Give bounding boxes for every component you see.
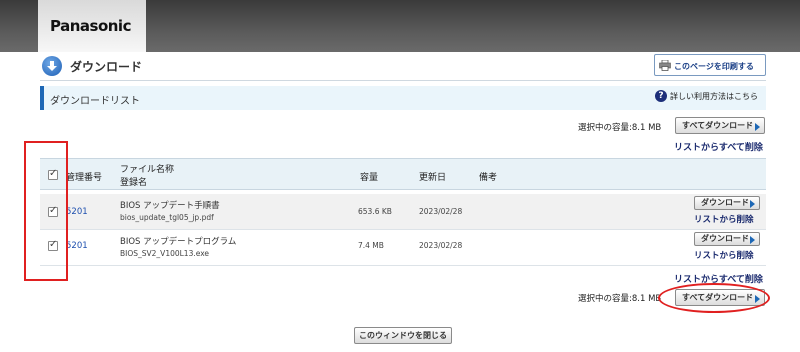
column-size: 容量 bbox=[360, 173, 379, 183]
row-registered-name: bios_update_tgl05_jp.pdf bbox=[120, 213, 214, 222]
row-remove-link[interactable]: リストから削除 bbox=[694, 249, 754, 261]
row-file-name: BIOS アップデート手順書 bbox=[120, 201, 220, 211]
selected-capacity-top: 選択中の容量:8.1 MB bbox=[578, 123, 662, 133]
row-id: 5201 bbox=[66, 207, 88, 217]
top-header-bar: Panasonic bbox=[0, 0, 800, 52]
row-file-name: BIOS アップデートプログラム bbox=[120, 237, 237, 247]
download-list-section-header: ダウンロードリスト ? 詳しい利用方法はこちら bbox=[40, 86, 766, 110]
help-link[interactable]: ? 詳しい利用方法はこちら bbox=[655, 90, 758, 102]
selected-capacity-bottom: 選択中の容量:8.1 MB bbox=[578, 294, 662, 304]
row-size: 653.6 KB bbox=[358, 207, 392, 216]
column-id: 管理番号 bbox=[66, 173, 103, 183]
print-page-button[interactable]: このページを印刷する bbox=[654, 54, 766, 76]
column-date: 更新日 bbox=[419, 173, 447, 183]
print-button-label: このページを印刷する bbox=[674, 62, 754, 71]
table-header: 管理番号 ファイル名称 登録名 容量 更新日 備考 bbox=[40, 158, 766, 190]
logo-box: Panasonic bbox=[38, 0, 146, 52]
table-row: 5201 BIOS アップデート手順書 bios_update_tgl05_jp… bbox=[40, 194, 766, 230]
help-icon: ? bbox=[655, 90, 667, 102]
row-download-label: ダウンロード bbox=[701, 234, 749, 243]
divider bbox=[40, 80, 766, 81]
page-title-row: ダウンロード このページを印刷する bbox=[40, 54, 766, 78]
download-all-label: すべてダウンロード bbox=[682, 121, 754, 130]
section-title: ダウンロードリスト bbox=[50, 96, 140, 107]
row-date: 2023/02/28 bbox=[419, 207, 463, 216]
download-all-button-top[interactable]: すべてダウンロード bbox=[675, 117, 765, 134]
column-note: 備考 bbox=[479, 173, 498, 183]
page-title: ダウンロード bbox=[70, 60, 143, 74]
remove-all-link-top[interactable]: リストからすべて削除 bbox=[674, 140, 763, 153]
table-row: 5201 BIOS アップデートプログラム BIOS_SV2_V100L13.e… bbox=[40, 230, 766, 266]
row-remove-link[interactable]: リストから削除 bbox=[694, 213, 754, 225]
row-download-button[interactable]: ダウンロード bbox=[694, 196, 760, 210]
row-registered-name: BIOS_SV2_V100L13.exe bbox=[120, 249, 210, 258]
arrow-right-icon bbox=[755, 123, 760, 131]
row-size: 7.4 MB bbox=[358, 241, 384, 250]
row-download-label: ダウンロード bbox=[701, 198, 749, 207]
row-download-button[interactable]: ダウンロード bbox=[694, 232, 760, 246]
close-window-button[interactable]: このウィンドウを閉じる bbox=[354, 327, 452, 344]
row-id: 5201 bbox=[66, 241, 88, 251]
help-link-label: 詳しい利用方法はこちら bbox=[670, 92, 758, 101]
arrow-right-icon bbox=[750, 200, 755, 208]
download-icon bbox=[42, 56, 62, 76]
highlight-rectangle bbox=[24, 141, 68, 281]
section-accent-bar bbox=[40, 86, 44, 110]
panasonic-logo: Panasonic bbox=[50, 17, 131, 35]
arrow-right-icon bbox=[750, 236, 755, 244]
printer-icon bbox=[659, 60, 671, 71]
row-date: 2023/02/28 bbox=[419, 241, 463, 250]
column-file-name: ファイル名称 bbox=[120, 165, 175, 175]
highlight-oval bbox=[658, 283, 770, 313]
column-registered-name: 登録名 bbox=[120, 178, 148, 188]
